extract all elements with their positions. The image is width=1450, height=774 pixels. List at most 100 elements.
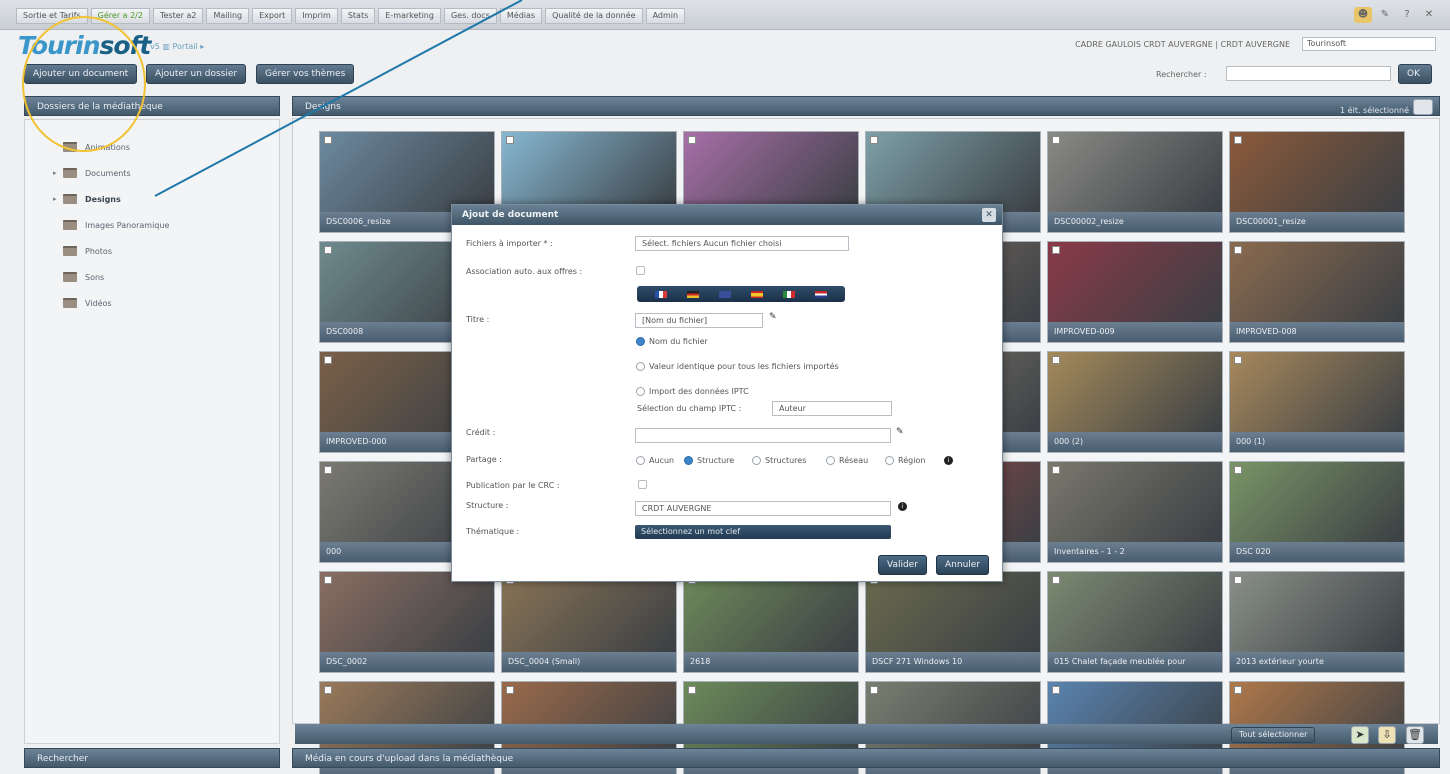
tile-checkbox[interactable] — [1234, 686, 1242, 694]
tile-checkbox[interactable] — [1234, 576, 1242, 584]
media-thumbnail[interactable] — [1230, 462, 1404, 544]
radio-iptc[interactable]: Import des données IPTC — [636, 387, 749, 396]
media-tile[interactable]: DSCF 271 Windows 10 — [865, 571, 1041, 673]
title-input[interactable]: [Nom du fichier] — [635, 313, 763, 328]
sharing-option[interactable]: Réseau — [826, 456, 868, 465]
radio-iptc-button[interactable] — [636, 387, 645, 396]
tile-checkbox[interactable] — [1234, 136, 1242, 144]
menu-item[interactable]: Imprim — [295, 8, 338, 24]
menu-item[interactable]: Ges. docs — [443, 8, 497, 24]
menu-item[interactable]: Admin — [645, 8, 686, 24]
folder-item[interactable]: Sons — [53, 272, 104, 282]
sharing-option[interactable]: Région — [885, 456, 925, 465]
account-select[interactable]: Tourinsoft — [1302, 37, 1436, 51]
media-tile[interactable]: Inventaires - 1 - 2 — [1047, 461, 1223, 563]
folder-item[interactable]: Images Panoramique — [53, 220, 169, 230]
media-tile[interactable]: DSC00002_resize — [1047, 131, 1223, 233]
tile-checkbox[interactable] — [1234, 356, 1242, 364]
structure-select[interactable]: CRDT AUVERGNE — [635, 501, 891, 516]
add-document-button[interactable]: Ajouter un document — [24, 64, 138, 84]
flag-de-icon[interactable] — [687, 290, 699, 298]
tile-checkbox[interactable] — [324, 246, 332, 254]
media-thumbnail[interactable] — [502, 572, 676, 654]
select-all-button[interactable]: Tout sélectionner — [1231, 727, 1316, 743]
menu-item[interactable]: E-marketing — [378, 8, 441, 24]
folder-item[interactable]: Vidéos — [53, 298, 112, 308]
sharing-radio-button[interactable] — [885, 456, 894, 465]
tile-checkbox[interactable] — [324, 576, 332, 584]
flag-it-icon[interactable] — [783, 290, 795, 298]
menu-item[interactable]: Stats — [340, 8, 376, 24]
structure-info-icon[interactable]: i — [898, 502, 907, 511]
sharing-info-icon[interactable]: i — [944, 456, 953, 465]
edit-icon[interactable]: ✎ — [1376, 7, 1394, 23]
trash-icon[interactable]: 🗑 — [1406, 726, 1424, 744]
tile-checkbox[interactable] — [506, 136, 514, 144]
media-tile[interactable]: 000 (2) — [1047, 351, 1223, 453]
close-icon[interactable]: ✕ — [1420, 7, 1438, 23]
tile-checkbox[interactable] — [1052, 246, 1060, 254]
sharing-radio-button[interactable] — [636, 456, 645, 465]
media-tile[interactable]: DSC00001_resize — [1229, 131, 1405, 233]
media-tile[interactable]: IMPROVED-009 — [1047, 241, 1223, 343]
media-thumbnail[interactable] — [1048, 572, 1222, 654]
menu-item[interactable]: Qualité de la donnée — [545, 8, 643, 24]
media-thumbnail[interactable] — [320, 132, 494, 214]
search-ok-button[interactable]: OK — [1398, 64, 1432, 84]
sharing-option[interactable]: Structures — [752, 456, 806, 465]
credit-pencil-icon[interactable]: ✎ — [896, 427, 904, 437]
media-thumbnail[interactable] — [866, 132, 1040, 214]
folder-item[interactable]: ▸ Documents — [53, 168, 131, 178]
sharing-option[interactable]: Structure — [684, 456, 734, 465]
media-tile[interactable]: DSC_0002 — [319, 571, 495, 673]
tile-checkbox[interactable] — [324, 466, 332, 474]
tile-checkbox[interactable] — [506, 686, 514, 694]
tile-checkbox[interactable] — [324, 356, 332, 364]
iptc-field-select[interactable]: Auteur — [772, 401, 892, 416]
media-thumbnail[interactable] — [684, 572, 858, 654]
tile-checkbox[interactable] — [1234, 466, 1242, 474]
radio-filename[interactable]: Nom du fichier — [636, 337, 708, 346]
menu-item[interactable]: Gérer a 2/2 — [90, 8, 150, 24]
pencil-icon[interactable]: ✎ — [769, 312, 777, 322]
app-logo[interactable]: Tourinsoft — [18, 31, 151, 60]
sharing-radio-button[interactable] — [684, 456, 693, 465]
media-thumbnail[interactable] — [866, 572, 1040, 654]
media-thumbnail[interactable] — [1230, 572, 1404, 654]
media-thumbnail[interactable] — [1230, 352, 1404, 434]
radio-filename-button[interactable] — [636, 337, 645, 346]
cancel-button[interactable]: Annuler — [936, 555, 990, 575]
media-tile[interactable]: 2618 — [683, 571, 859, 673]
media-tile[interactable]: 015 Chalet façade meublée pour — [1047, 571, 1223, 673]
tile-checkbox[interactable] — [324, 686, 332, 694]
add-folder-button[interactable]: Ajouter un dossier — [146, 64, 247, 84]
publication-checkbox[interactable] — [638, 480, 647, 489]
media-thumbnail[interactable] — [1048, 242, 1222, 324]
menu-item[interactable]: Médias — [499, 8, 543, 24]
media-tile[interactable]: IMPROVED-008 — [1229, 241, 1405, 343]
manage-themes-button[interactable]: Gérer vos thèmes — [256, 64, 355, 84]
tile-checkbox[interactable] — [870, 686, 878, 694]
assoc-checkbox[interactable] — [636, 266, 645, 275]
tile-checkbox[interactable] — [688, 136, 696, 144]
media-thumbnail[interactable] — [684, 132, 858, 214]
folder-item[interactable]: ▸ Designs — [53, 194, 121, 204]
media-tile[interactable]: DSC_0004 (Small) — [501, 571, 677, 673]
credit-input[interactable] — [635, 428, 891, 443]
flag-nl-icon[interactable] — [815, 290, 827, 298]
tile-checkbox[interactable] — [1052, 136, 1060, 144]
media-tile[interactable]: DSC 020 — [1229, 461, 1405, 563]
folder-item[interactable]: Animations — [53, 142, 130, 152]
flag-en-icon[interactable] — [719, 290, 731, 298]
tile-checkbox[interactable] — [688, 686, 696, 694]
dialog-close-button[interactable]: ✕ — [982, 208, 996, 222]
tile-checkbox[interactable] — [1052, 686, 1060, 694]
media-thumbnail[interactable] — [1048, 462, 1222, 544]
folder-item[interactable]: Photos — [53, 246, 112, 256]
validate-button[interactable]: Valider — [878, 555, 927, 575]
search-footer[interactable]: Rechercher — [24, 748, 280, 768]
media-thumbnail[interactable] — [1048, 132, 1222, 214]
tile-checkbox[interactable] — [870, 136, 878, 144]
media-thumbnail[interactable] — [1048, 352, 1222, 434]
radio-identical-button[interactable] — [636, 362, 645, 371]
